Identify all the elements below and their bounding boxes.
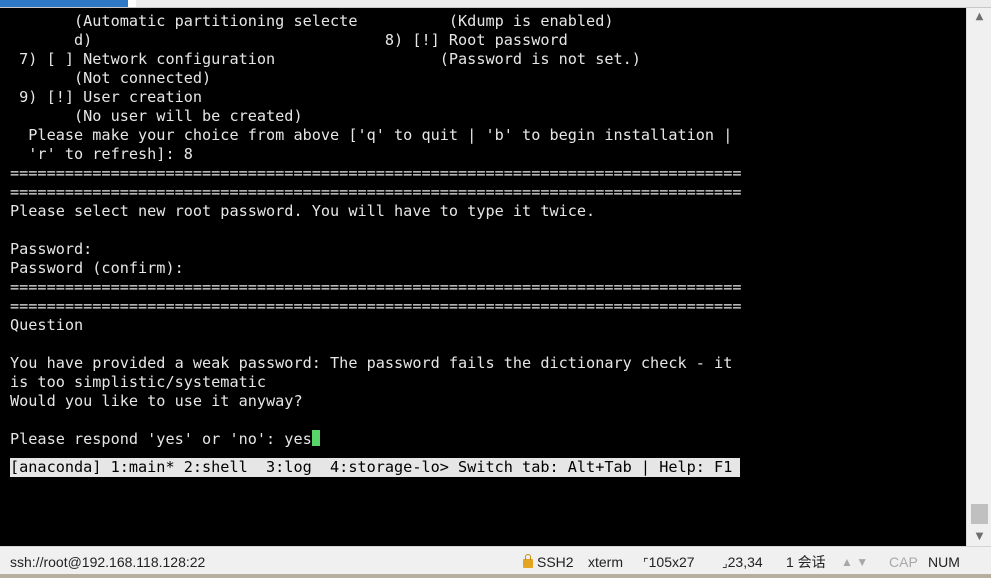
terminal-line: ========================================… [10, 183, 742, 201]
tab-edge [128, 0, 136, 7]
terminal-size: ⌜105x27 [643, 553, 695, 571]
terminal-line: Question [10, 316, 84, 334]
terminal-line: is too simplistic/systematic [10, 373, 267, 391]
caps-lock-indicator: CAP [889, 554, 918, 570]
terminal-line: Please select new root password. You wil… [10, 202, 596, 220]
terminal-line: ========================================… [10, 297, 742, 315]
session-address: ssh://root@192.168.118.128:22 [10, 554, 206, 570]
scroll-up-arrow-icon[interactable]: ▲ [967, 8, 991, 26]
terminal-output: (Automatic partitioning selecte (Kdump i… [10, 12, 742, 449]
terminal-line: (No user will be created) [10, 107, 303, 125]
terminal-prompt-text: Please respond 'yes' or 'no': yes [10, 430, 312, 448]
scrollbar-thumb[interactable] [971, 504, 988, 524]
cursor-position: ⌟23,34 [722, 553, 763, 571]
terminal-line: 'r' to refresh]: 8 [10, 145, 193, 163]
protocol-indicator: SSH2 [523, 553, 574, 571]
active-tab[interactable] [0, 0, 128, 7]
terminal-line: (Automatic partitioning selecte (Kdump i… [10, 12, 614, 30]
terminal-line: ========================================… [10, 164, 742, 182]
num-lock-indicator: NUM [928, 554, 960, 570]
terminal-line: Please make your choice from above ['q' … [10, 126, 733, 144]
scroll-down-arrow-icon[interactable]: ▼ [967, 528, 991, 546]
protocol-label: SSH2 [537, 554, 574, 570]
desktop-background-strip [0, 574, 991, 578]
terminal-line: (Not connected) [10, 69, 212, 87]
status-bar: ssh://root@192.168.118.128:22 SSH2 xterm… [0, 546, 991, 575]
cursor-position-label: 23,34 [727, 554, 763, 570]
title-tab-bar [0, 0, 991, 8]
terminal-line: Would you like to use it anyway? [10, 392, 303, 410]
terminal-line: 9) [!] User creation [10, 88, 203, 106]
lock-icon [523, 554, 533, 568]
session-count: 1 会话 [786, 554, 826, 570]
tmux-status-bar: [anaconda] 1:main* 2:shell 3:log 4:stora… [10, 458, 741, 477]
terminal-line: ========================================… [10, 278, 742, 296]
terminal-line: Password (confirm): [10, 259, 184, 277]
terminal-size-label: 105x27 [648, 554, 695, 570]
terminal-line: Password: [10, 240, 93, 258]
terminal-line: 7) [ ] Network configuration (Password i… [10, 50, 641, 68]
terminal-line: You have provided a weak password: The p… [10, 354, 733, 372]
vertical-scrollbar[interactable]: ▲ ▼ [966, 8, 991, 546]
terminal-screen[interactable]: (Automatic partitioning selecte (Kdump i… [0, 8, 966, 546]
terminal-prompt-line[interactable]: Please respond 'yes' or 'no': yes [10, 430, 742, 449]
text-cursor [311, 430, 320, 446]
scroll-arrows-icon[interactable]: ▲ ▼ [841, 553, 868, 571]
terminal-type: xterm [588, 554, 623, 570]
terminal-line: d) 8) [!] Root password [10, 31, 568, 49]
